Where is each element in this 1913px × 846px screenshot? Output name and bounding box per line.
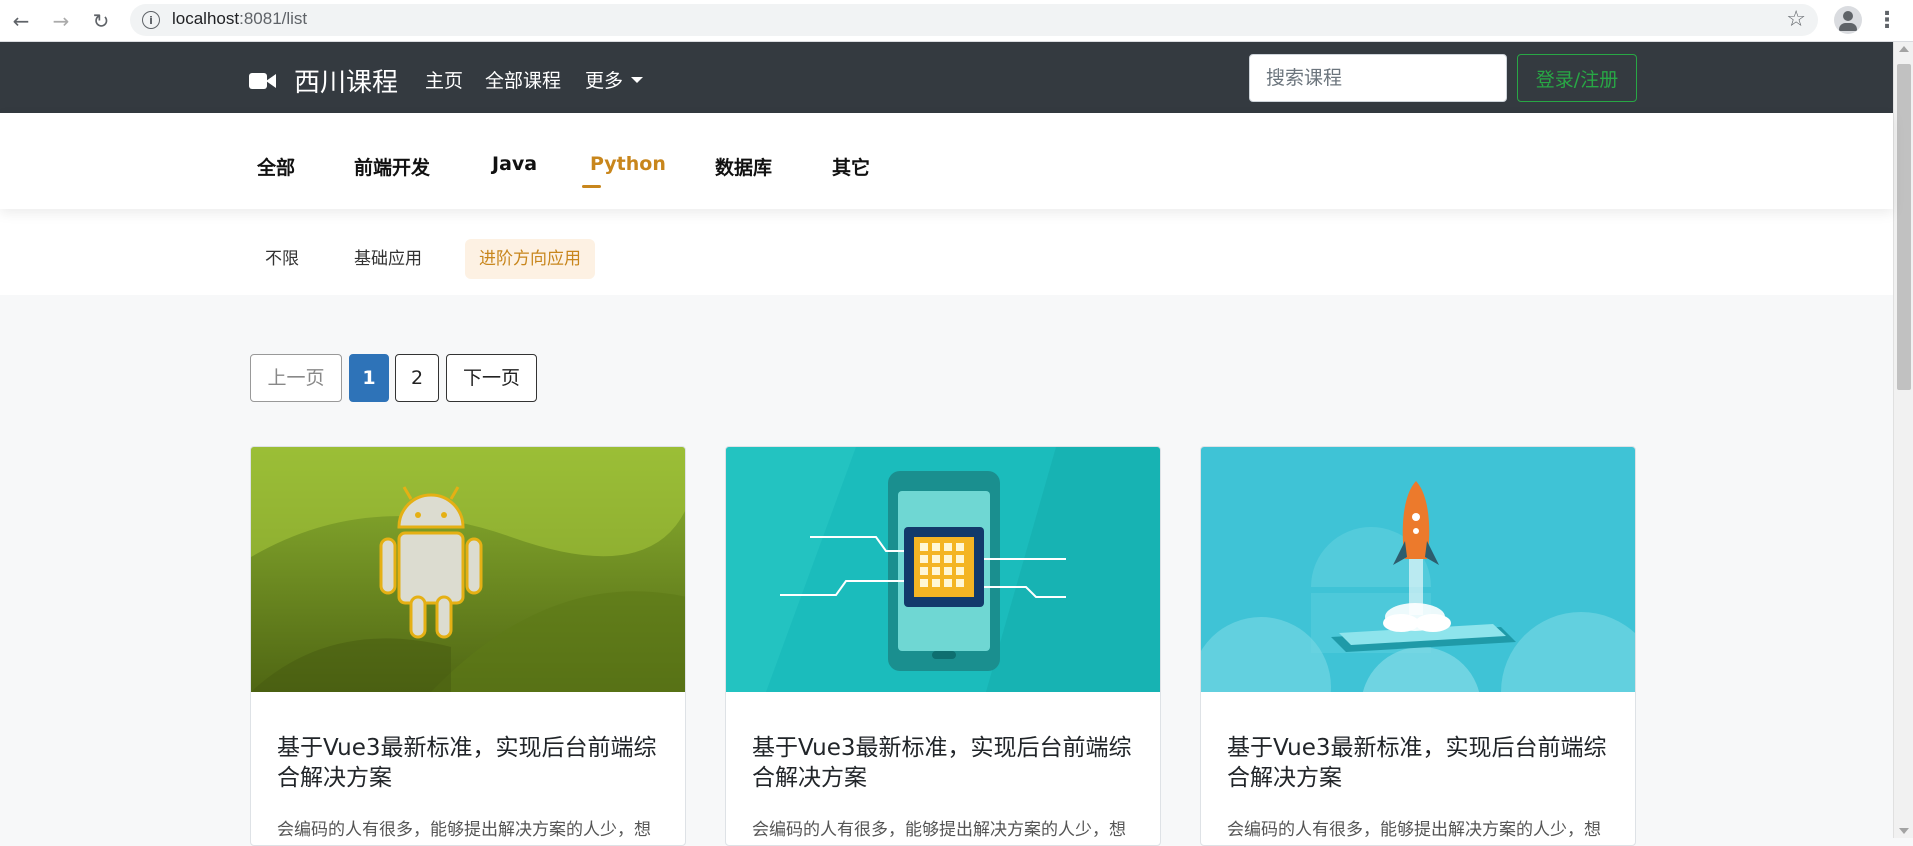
course-description: 会编码的人有很多，能够提出解决方案的人少，想 xyxy=(1227,820,1601,840)
bookmark-star-icon[interactable]: ☆ xyxy=(1786,7,1806,32)
scroll-down-arrow-icon[interactable] xyxy=(1899,828,1909,834)
rocket-tablet-image xyxy=(1201,447,1635,692)
nav-link-all-courses[interactable]: 全部课程 xyxy=(485,66,561,93)
login-register-button[interactable]: 登录/注册 xyxy=(1517,54,1637,102)
course-card[interactable]: 基于Vue3最新标准，实现后台前端综合解决方案 会编码的人有很多，能够提出解决方… xyxy=(250,446,686,846)
course-title[interactable]: 基于Vue3最新标准，实现后台前端综合解决方案 xyxy=(752,733,1142,793)
course-description: 会编码的人有很多，能够提出解决方案的人少，想 xyxy=(277,820,651,840)
video-camera-icon xyxy=(249,71,277,91)
nav-more-label: 更多 xyxy=(585,70,624,92)
active-tab-indicator xyxy=(582,185,601,188)
scrollbar-thumb[interactable] xyxy=(1897,64,1911,390)
brand-name: 西川课程 xyxy=(294,68,399,98)
back-arrow-icon[interactable]: ← xyxy=(8,8,34,34)
page-1-button[interactable]: 1 xyxy=(349,354,389,402)
phone-chip-image xyxy=(726,447,1160,692)
nav-link-more[interactable]: 更多 xyxy=(585,66,644,93)
course-card[interactable]: 基于Vue3最新标准，实现后台前端综合解决方案 会编码的人有很多，能够提出解决方… xyxy=(1200,446,1636,846)
caret-down-icon xyxy=(631,77,644,83)
scroll-up-arrow-icon[interactable] xyxy=(1899,46,1909,52)
android-robot-image xyxy=(251,447,685,692)
subtab-basic[interactable]: 基础应用 xyxy=(340,239,436,279)
search-course-input[interactable] xyxy=(1249,54,1507,102)
address-bar[interactable]: i localhost:8081/list ☆ xyxy=(130,4,1818,36)
profile-avatar-icon[interactable] xyxy=(1834,6,1862,34)
site-navbar: 西川课程 主页 全部课程 更多 登录/注册 xyxy=(0,42,1893,113)
subtab-unlimited[interactable]: 不限 xyxy=(251,239,313,279)
next-page-button[interactable]: 下一页 xyxy=(446,354,537,402)
tab-frontend[interactable]: 前端开发 xyxy=(354,153,430,180)
reload-icon[interactable]: ↻ xyxy=(88,8,114,34)
tab-java[interactable]: Java xyxy=(492,153,537,175)
tab-all[interactable]: 全部 xyxy=(257,153,295,180)
course-title[interactable]: 基于Vue3最新标准，实现后台前端综合解决方案 xyxy=(1227,733,1617,793)
prev-page-button[interactable]: 上一页 xyxy=(250,354,342,402)
browser-menu-icon[interactable]: ⋮ xyxy=(1876,8,1898,33)
course-card[interactable]: 基于Vue3最新标准，实现后台前端综合解决方案 会编码的人有很多，能够提出解决方… xyxy=(725,446,1161,846)
url-text: localhost:8081/list xyxy=(172,9,308,28)
subtab-advanced[interactable]: 进阶方向应用 xyxy=(465,239,595,279)
page-2-button[interactable]: 2 xyxy=(395,354,439,402)
course-title[interactable]: 基于Vue3最新标准，实现后台前端综合解决方案 xyxy=(277,733,667,793)
tab-python[interactable]: Python xyxy=(590,153,666,175)
tab-other[interactable]: 其它 xyxy=(832,153,870,180)
nav-link-home[interactable]: 主页 xyxy=(425,66,463,93)
page-scrollbar[interactable] xyxy=(1893,42,1913,838)
tab-database[interactable]: 数据库 xyxy=(715,153,772,180)
site-info-icon[interactable]: i xyxy=(142,11,160,29)
subcategory-filter: 不限 基础应用 进阶方向应用 xyxy=(0,209,1893,295)
category-tabs: 全部 前端开发 Java Python 数据库 其它 xyxy=(0,113,1893,209)
browser-toolbar: ← → ↻ i localhost:8081/list ☆ ⋮ xyxy=(0,0,1913,42)
brand-logo[interactable]: 西川课程 xyxy=(249,62,398,99)
course-description: 会编码的人有很多，能够提出解决方案的人少，想 xyxy=(752,820,1126,840)
forward-arrow-icon[interactable]: → xyxy=(48,8,74,34)
